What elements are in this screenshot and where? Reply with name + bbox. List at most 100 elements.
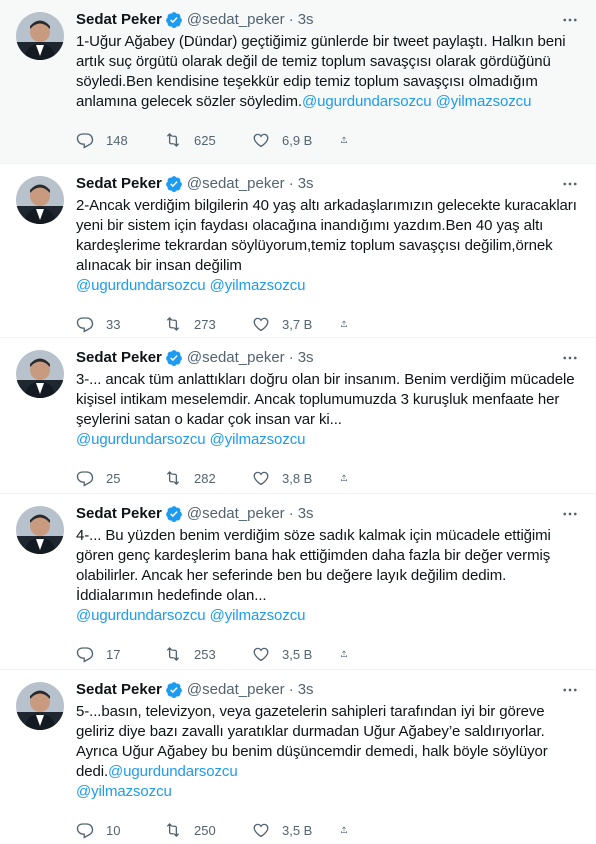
author-name[interactable]: Sedat Peker: [76, 348, 162, 368]
retweet-count: 253: [194, 646, 216, 662]
mention-link[interactable]: @yilmazsozcu: [76, 783, 172, 800]
more-dots-icon[interactable]: [560, 680, 580, 700]
like-button[interactable]: 3,5 B: [252, 645, 340, 663]
reply-button[interactable]: 17: [76, 645, 164, 663]
retweet-button[interactable]: 250: [164, 821, 252, 839]
tweet[interactable]: Sedat Peker @sedat_peker · 3s 1-Uğur Ağa…: [0, 0, 596, 164]
share-button[interactable]: [340, 315, 360, 333]
author-name[interactable]: Sedat Peker: [76, 680, 162, 700]
separator-dot: ·: [288, 681, 294, 698]
reply-button[interactable]: 148: [76, 131, 164, 149]
like-button[interactable]: 3,5 B: [252, 821, 340, 839]
tweet-text: 1-Uğur Ağabey (Dündar) geçtiğimiz günler…: [76, 32, 582, 112]
tweet-timestamp[interactable]: 3s: [298, 504, 314, 524]
retweet-count: 282: [194, 470, 216, 486]
separator-dot: ·: [288, 11, 294, 28]
tweet-body: Sedat Peker @sedat_peker · 3s 5-...basın…: [76, 680, 582, 844]
tweet-actions: 10 250 3,5 B: [76, 810, 582, 844]
author-name[interactable]: Sedat Peker: [76, 504, 162, 524]
avatar[interactable]: [16, 350, 64, 398]
mention-link[interactable]: @ugurdundarsozcu: [302, 93, 432, 110]
retweet-icon: [166, 471, 180, 485]
retweet-count: 625: [194, 132, 216, 148]
share-icon: [341, 474, 347, 481]
author-name[interactable]: Sedat Peker: [76, 174, 162, 194]
tweet[interactable]: Sedat Peker @sedat_peker · 3s 2-Ancak ve…: [0, 164, 596, 338]
tweet-timestamp[interactable]: 3s: [298, 174, 314, 194]
verified-badge-icon: [165, 175, 183, 193]
verified-badge-icon: [165, 681, 183, 699]
share-icon: [341, 320, 347, 327]
tweet-text-content: 3-... ancak tüm anlattıkları doğru olan …: [76, 371, 575, 428]
mention-link[interactable]: @ugurdundarsozcu: [76, 277, 206, 294]
avatar[interactable]: [16, 682, 64, 730]
verified-badge-icon: [165, 349, 183, 367]
tweet-header: Sedat Peker @sedat_peker · 3s: [76, 10, 582, 30]
share-button[interactable]: [340, 645, 360, 663]
retweet-icon: [166, 133, 180, 147]
retweet-icon: [166, 647, 180, 661]
retweet-count: 250: [194, 822, 216, 838]
verified-badge-icon: [165, 505, 183, 523]
tweet[interactable]: Sedat Peker @sedat_peker · 3s 4-... Bu y…: [0, 494, 596, 670]
author-handle[interactable]: @sedat_peker: [187, 680, 285, 700]
separator-dot: ·: [288, 349, 294, 366]
author-handle[interactable]: @sedat_peker: [187, 10, 285, 30]
tweet-text-content: 4-... Bu yüzden benim verdiğim söze sadı…: [76, 527, 551, 604]
tweet-timestamp[interactable]: 3s: [298, 10, 314, 30]
author-handle[interactable]: @sedat_peker: [187, 174, 285, 194]
like-button[interactable]: 3,8 B: [252, 469, 340, 487]
reply-button[interactable]: 33: [76, 315, 164, 333]
like-count: 3,8 B: [282, 470, 313, 486]
like-icon: [253, 317, 269, 332]
mention-link[interactable]: @yilmazsozcu: [436, 93, 532, 110]
avatar[interactable]: [16, 176, 64, 224]
retweet-button[interactable]: 282: [164, 469, 252, 487]
share-button[interactable]: [340, 821, 360, 839]
tweet[interactable]: Sedat Peker @sedat_peker · 3s 5-...basın…: [0, 670, 596, 844]
mention-link[interactable]: @ugurdundarsozcu: [108, 763, 238, 780]
more-dots-icon[interactable]: [560, 174, 580, 194]
retweet-icon: [166, 823, 180, 837]
tweet-timestamp[interactable]: 3s: [298, 680, 314, 700]
like-button[interactable]: 3,7 B: [252, 315, 340, 333]
more-dots-icon[interactable]: [560, 504, 580, 524]
more-dots-icon[interactable]: [560, 10, 580, 30]
tweet-thread: Sedat Peker @sedat_peker · 3s 1-Uğur Ağa…: [0, 0, 596, 844]
mention-link[interactable]: @ugurdundarsozcu: [76, 607, 206, 624]
reply-count: 33: [106, 316, 121, 332]
mention-link[interactable]: @yilmazsozcu: [210, 277, 306, 294]
reply-button[interactable]: 10: [76, 821, 164, 839]
reply-icon: [76, 133, 94, 149]
tweet-header: Sedat Peker @sedat_peker · 3s: [76, 174, 582, 194]
reply-icon: [76, 471, 94, 487]
share-icon: [341, 136, 347, 143]
tweet[interactable]: Sedat Peker @sedat_peker · 3s 3-... anca…: [0, 338, 596, 494]
tweet-header: Sedat Peker @sedat_peker · 3s: [76, 680, 582, 700]
like-button[interactable]: 6,9 B: [252, 131, 340, 149]
tweet-text: 5-...basın, televizyon, veya gazetelerin…: [76, 702, 582, 802]
retweet-button[interactable]: 625: [164, 131, 252, 149]
share-button[interactable]: [340, 469, 360, 487]
mention-link[interactable]: @yilmazsozcu: [210, 607, 306, 624]
author-handle[interactable]: @sedat_peker: [187, 504, 285, 524]
tweet-header: Sedat Peker @sedat_peker · 3s: [76, 504, 582, 524]
avatar[interactable]: [16, 506, 64, 554]
more-dots-icon[interactable]: [560, 348, 580, 368]
avatar[interactable]: [16, 12, 64, 60]
author-handle[interactable]: @sedat_peker: [187, 348, 285, 368]
reply-count: 10: [106, 822, 121, 838]
mention-link[interactable]: @ugurdundarsozcu: [76, 431, 206, 448]
author-name[interactable]: Sedat Peker: [76, 10, 162, 30]
retweet-button[interactable]: 273: [164, 315, 252, 333]
tweet-timestamp[interactable]: 3s: [298, 348, 314, 368]
share-icon: [341, 650, 347, 657]
retweet-button[interactable]: 253: [164, 645, 252, 663]
retweet-count: 273: [194, 316, 216, 332]
mention-link[interactable]: @yilmazsozcu: [210, 431, 306, 448]
tweet-actions: 17 253 3,5 B: [76, 634, 582, 674]
share-button[interactable]: [340, 131, 360, 149]
reply-button[interactable]: 25: [76, 469, 164, 487]
tweet-actions: 148 625 6,9 B: [76, 120, 582, 160]
share-icon: [341, 826, 347, 833]
